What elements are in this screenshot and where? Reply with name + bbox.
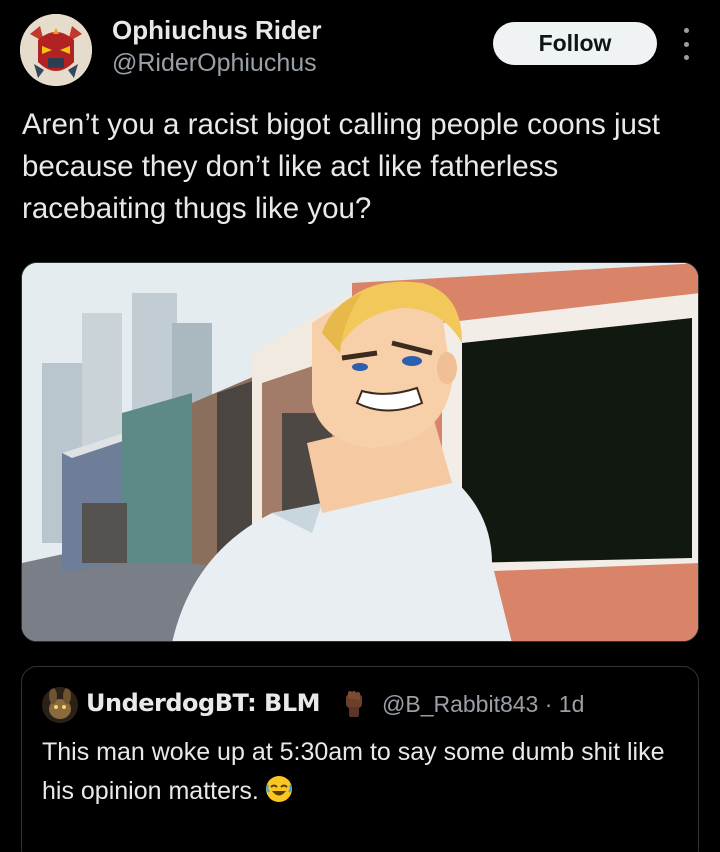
- quoted-tweet-text: This man woke up at 5:30am to say some d…: [42, 733, 682, 811]
- quoted-time[interactable]: 1d: [559, 691, 585, 717]
- rolling-on-floor-laughing-icon: [265, 775, 293, 803]
- more-options-icon[interactable]: [676, 28, 696, 60]
- quoted-author-avatar[interactable]: [42, 687, 78, 723]
- robot-mask-avatar-icon: [20, 14, 92, 86]
- author-avatar[interactable]: [20, 14, 92, 86]
- quoted-tweet[interactable]: UnderdogBT: BLM @B_Rabbit843 · 1d This m…: [21, 666, 699, 852]
- tweet-text: Aren’t you a racist bigot calling people…: [22, 108, 660, 225]
- follow-button[interactable]: Follow: [493, 22, 657, 65]
- quoted-author-name[interactable]: UnderdogBT: BLM: [86, 689, 321, 717]
- separator-dot: ·: [544, 691, 553, 717]
- smug-cartoon-man-image: [22, 263, 698, 641]
- quoted-handle-time: @B_Rabbit843 · 1d: [382, 691, 584, 718]
- author-name[interactable]: Ophiuchus Rider: [112, 15, 321, 46]
- tweet-media[interactable]: [21, 262, 699, 642]
- author-handle[interactable]: @RiderOphiuchus: [112, 49, 317, 78]
- quoted-text-content: This man woke up at 5:30am to say some d…: [42, 738, 665, 805]
- quoted-author-handle[interactable]: @B_Rabbit843: [382, 691, 538, 717]
- rabbit-avatar-icon: [42, 687, 78, 723]
- tweet-header: Ophiuchus Rider @RiderOphiuchus Follow: [0, 0, 720, 100]
- raised-fist-icon: [339, 689, 369, 719]
